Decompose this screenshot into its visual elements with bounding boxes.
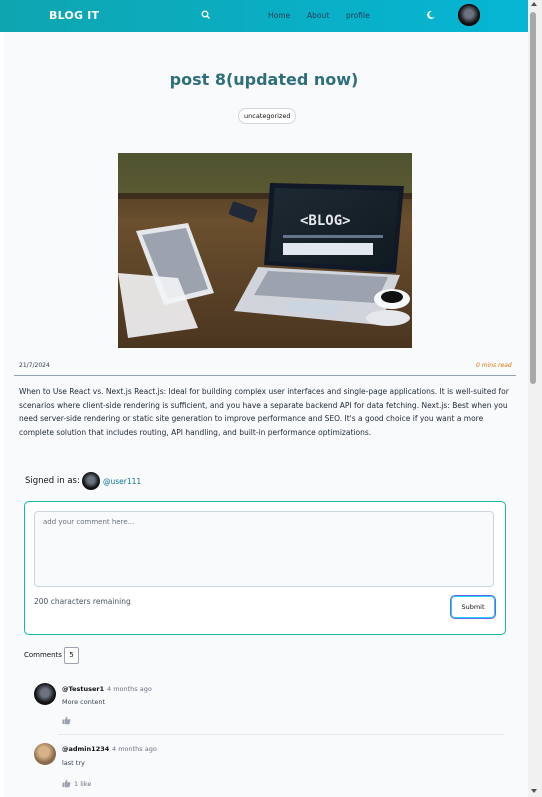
search-icon[interactable] [200, 9, 212, 21]
read-time: 0 mins read [476, 362, 512, 369]
submit-button[interactable]: Submit [450, 595, 496, 619]
scroll-up-arrow-icon[interactable] [531, 2, 537, 6]
comment-time: 4 months ago [107, 685, 152, 693]
characters-remaining: 200 characters remaining [34, 597, 131, 606]
comment-input[interactable] [34, 511, 494, 587]
comments-label: Comments [24, 651, 62, 659]
comment-text: More content [62, 698, 106, 706]
comment-time: 4 months ago [112, 745, 157, 753]
svg-text:<BLOG>: <BLOG> [300, 213, 351, 229]
moon-icon[interactable] [426, 10, 436, 20]
post-hero-image: <BLOG> [118, 153, 412, 348]
signed-in-avatar [82, 472, 100, 490]
thumbs-up-icon[interactable] [62, 716, 71, 725]
comment-username[interactable]: @admin1234 [62, 745, 109, 753]
nav-link-profile[interactable]: profile [346, 11, 370, 20]
signed-in-label: Signed in as: [25, 476, 80, 486]
category-badge[interactable]: uncategorized [238, 108, 297, 124]
signed-in-username[interactable]: @user111 [103, 477, 141, 486]
scroll-down-arrow-icon[interactable] [531, 789, 537, 793]
post-title: post 8(updated now) [169, 70, 359, 89]
post-date: 21/7/2024 [19, 362, 50, 369]
comment-username[interactable]: @Testuser1 [62, 685, 104, 693]
like-count: 1 like [74, 780, 92, 788]
comment-text: last try [62, 759, 85, 767]
user-avatar[interactable] [458, 4, 480, 26]
post-content: When to Use React vs. Next.js React.js: … [19, 387, 509, 437]
navbar: BLOG IT Home About profile [0, 0, 528, 32]
thumbs-up-icon[interactable] [62, 779, 71, 788]
nav-link-about[interactable]: About [307, 11, 329, 20]
comment-divider [58, 734, 504, 735]
scrollbar-thumb[interactable] [530, 12, 536, 384]
nav-link-home[interactable]: Home [268, 11, 290, 20]
brand-logo[interactable]: BLOG IT [49, 9, 99, 22]
comment-avatar [34, 683, 56, 705]
comment-avatar [34, 743, 56, 765]
comments-count: 5 [64, 647, 79, 664]
divider [14, 375, 516, 376]
